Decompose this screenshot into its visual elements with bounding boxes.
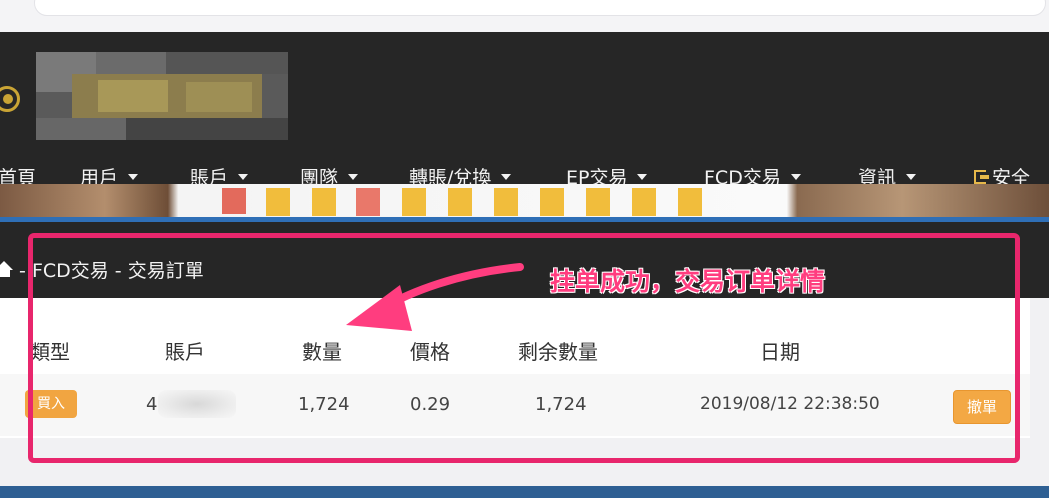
date-cell: 2019/08/12 22:38:50 <box>700 394 880 414</box>
chevron-down-icon <box>348 174 359 180</box>
breadcrumb-text: - FCD交易 - 交易訂單 <box>19 260 204 282</box>
bottom-strip <box>0 486 1049 498</box>
order-type-badge: 買入 <box>25 390 77 418</box>
col-type-header: 類型 <box>30 340 70 364</box>
col-price-header: 價格 <box>410 340 450 364</box>
address-bar[interactable] <box>34 0 1046 16</box>
chevron-down-icon <box>128 174 139 180</box>
annotation-text: 挂单成功，交易订单详情 <box>550 267 826 296</box>
site-header: 首頁 用戶 賬戶 團隊 轉賬/兌換 EP交易 FCD交易 資訊 安全 <box>0 32 1049 189</box>
quantity-cell: 1,724 <box>298 394 350 415</box>
col-remaining-header: 剩余數量 <box>518 340 598 364</box>
account-cell: 4 <box>146 394 158 415</box>
col-date-header: 日期 <box>760 340 800 364</box>
banner-chart-graphic <box>190 184 750 216</box>
col-account-header: 賬戶 <box>165 340 205 364</box>
redacted-site-name <box>36 52 288 140</box>
chevron-down-icon <box>790 174 801 180</box>
col-quantity-header: 數量 <box>302 340 342 364</box>
remaining-cell: 1,724 <box>535 394 587 415</box>
logout-icon <box>974 169 989 184</box>
price-cell: 0.29 <box>410 394 451 415</box>
chevron-down-icon <box>637 174 648 180</box>
chevron-down-icon <box>238 174 249 180</box>
breadcrumb: - FCD交易 - 交易訂單 <box>0 256 204 283</box>
redacted-account <box>158 390 236 418</box>
annotation-arrow-icon <box>346 263 524 331</box>
browser-top-bar <box>0 0 1049 34</box>
header-banner-image <box>0 184 1049 222</box>
chevron-down-icon <box>906 174 917 180</box>
chevron-down-icon <box>501 174 512 180</box>
cancel-order-button[interactable]: 撤單 <box>953 390 1011 424</box>
home-icon[interactable] <box>0 261 13 277</box>
logo-icon <box>0 86 20 112</box>
